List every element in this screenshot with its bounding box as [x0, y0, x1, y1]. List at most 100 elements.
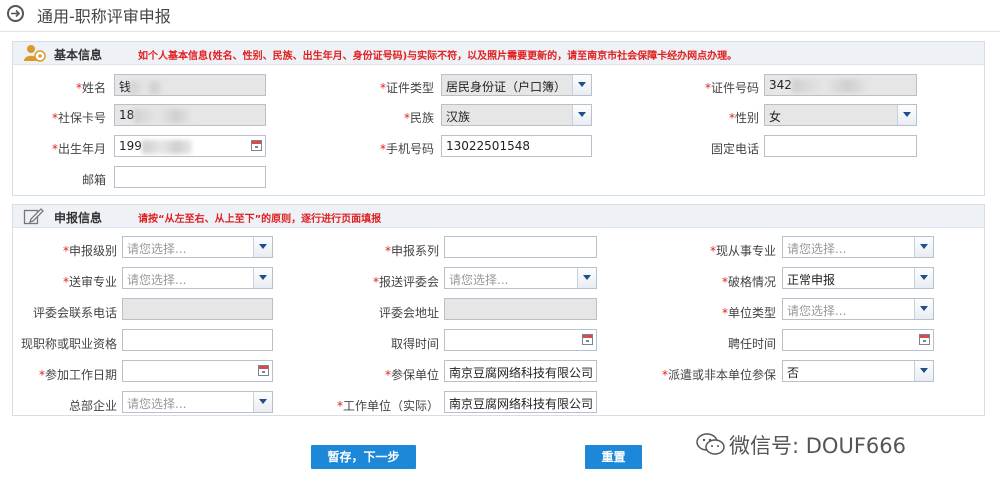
major-select[interactable]: 请您选择... [782, 236, 934, 258]
chevron-down-icon[interactable] [914, 237, 933, 257]
insured-unit-label: *参保单位 [384, 368, 439, 382]
chevron-down-icon[interactable] [914, 299, 933, 319]
review-major-select[interactable]: 请您选择... [122, 267, 273, 289]
insured-unit-field[interactable]: 南京豆腐网络科技有限公司 [444, 360, 597, 382]
current-title-label: 现职称或职业资格 [20, 337, 117, 351]
nation-label: *民族 [403, 111, 434, 125]
required-asterisk: * [51, 142, 58, 156]
required-asterisk: * [403, 111, 410, 125]
watermark-text: 微信号: DOUF666 [729, 434, 906, 458]
required-asterisk: * [728, 111, 735, 125]
email-label: 邮箱 [81, 173, 106, 187]
phone-field[interactable]: 13022501548 [441, 135, 592, 157]
review-major-label: *送审专业 [62, 275, 117, 289]
chevron-down-icon[interactable] [577, 268, 596, 288]
chevron-down-icon[interactable] [253, 268, 272, 288]
required-asterisk: * [75, 81, 82, 95]
chevron-down-icon[interactable] [572, 105, 591, 125]
required-asterisk: * [372, 275, 379, 289]
id-number-field[interactable]: 342 [764, 74, 917, 96]
arrow-right-circle-icon[interactable] [7, 5, 24, 22]
current-title-field[interactable] [122, 329, 273, 351]
hq-select[interactable]: 请您选择... [122, 391, 273, 413]
obtain-time-label: 取得时间 [390, 337, 439, 351]
hire-time-label: 聘任时间 [727, 337, 776, 351]
required-asterisk: * [704, 81, 711, 95]
landline-field[interactable] [764, 135, 917, 157]
required-asterisk: * [384, 244, 391, 258]
series-field[interactable] [444, 236, 597, 258]
user-icon [23, 44, 47, 65]
id-number-label: *证件号码 [704, 81, 759, 95]
birth-label: *出生年月 [51, 142, 106, 156]
chevron-down-icon[interactable] [897, 105, 916, 125]
page-title: 通用-职称评审申报 [37, 7, 171, 26]
watermark: 微信号: DOUF666 [696, 430, 906, 460]
exception-label: *破格情况 [721, 275, 776, 289]
id-type-label: *证件类型 [379, 81, 434, 95]
calendar-icon[interactable] [582, 334, 593, 345]
exception-select[interactable]: 正常申报 [782, 267, 934, 289]
basic-info-header: 基本信息 如个人基本信息(姓名、性别、民族、出生年月、身份证号码)与实际不符，以… [13, 42, 984, 65]
gender-select[interactable]: 女 [764, 104, 917, 126]
hq-label: 总部企业 [68, 399, 117, 413]
work-unit-field[interactable]: 南京豆腐网络科技有限公司 [444, 391, 597, 413]
landline-label: 固定电话 [710, 142, 759, 156]
required-asterisk: * [661, 368, 668, 382]
committee-phone-label: 评委会联系电话 [32, 306, 117, 320]
level-select[interactable]: 请您选择... [122, 236, 273, 258]
name-field[interactable]: 钱 [114, 74, 266, 96]
obtain-time-field[interactable] [444, 329, 597, 351]
required-asterisk: * [51, 111, 58, 125]
save-next-button[interactable]: 暂存，下一步 [311, 445, 416, 469]
application-title: 申报信息 [54, 211, 103, 225]
application-notice: 请按“从左至右、从上至下”的原则，逐行进行页面填报 [138, 214, 382, 225]
required-asterisk: * [721, 275, 728, 289]
edit-icon [23, 207, 45, 228]
required-asterisk: * [709, 244, 716, 258]
work-unit-label: *工作单位（实际） [336, 399, 439, 413]
basic-info-title: 基本信息 [54, 48, 103, 62]
email-field[interactable] [114, 166, 266, 188]
calendar-icon[interactable] [251, 140, 262, 151]
committee-label: *报送评委会 [372, 275, 439, 289]
required-asterisk: * [379, 142, 386, 156]
calendar-icon[interactable] [919, 334, 930, 345]
birth-date-field[interactable]: 199 [114, 135, 266, 157]
nation-select[interactable]: 汉族 [441, 104, 592, 126]
id-type-select[interactable]: 居民身份证（户口簿） [441, 74, 592, 96]
committee-phone-field[interactable] [122, 298, 273, 320]
reset-button[interactable]: 重置 [585, 445, 642, 469]
required-asterisk: * [384, 368, 391, 382]
work-date-field[interactable] [122, 360, 273, 382]
required-asterisk: * [721, 306, 728, 320]
unit-type-select[interactable]: 请您选择... [782, 298, 934, 320]
calendar-icon[interactable] [258, 365, 269, 376]
name-label: *姓名 [75, 81, 106, 95]
basic-info-notice: 如个人基本信息(姓名、性别、民族、出生年月、身份证号码)与实际不符，以及照片需要… [138, 51, 738, 62]
title-bar: 通用-职称评审申报 [0, 0, 1000, 32]
application-header: 申报信息 请按“从左至右、从上至下”的原则，逐行进行页面填报 [13, 205, 984, 228]
dispatch-label: *派遣或非本单位参保 [661, 368, 776, 382]
committee-select[interactable]: 请您选择... [444, 267, 597, 289]
chevron-down-icon[interactable] [253, 237, 272, 257]
gender-label: *性别 [728, 111, 759, 125]
chevron-down-icon[interactable] [914, 268, 933, 288]
required-asterisk: * [62, 275, 69, 289]
social-card-label: *社保卡号 [51, 111, 106, 125]
committee-address-field[interactable] [444, 298, 597, 320]
level-label: *申报级别 [62, 244, 117, 258]
work-date-label: *参加工作日期 [38, 368, 117, 382]
hire-time-field[interactable] [782, 329, 934, 351]
required-asterisk: * [336, 399, 343, 413]
required-asterisk: * [62, 244, 69, 258]
committee-address-label: 评委会地址 [378, 306, 439, 320]
chevron-down-icon[interactable] [572, 75, 591, 95]
chevron-down-icon[interactable] [914, 361, 933, 381]
required-asterisk: * [379, 81, 386, 95]
social-card-field[interactable]: 18 [114, 104, 266, 126]
chevron-down-icon[interactable] [253, 392, 272, 412]
unit-type-label: *单位类型 [721, 306, 776, 320]
series-label: *申报系列 [384, 244, 439, 258]
dispatch-select[interactable]: 否 [782, 360, 934, 382]
